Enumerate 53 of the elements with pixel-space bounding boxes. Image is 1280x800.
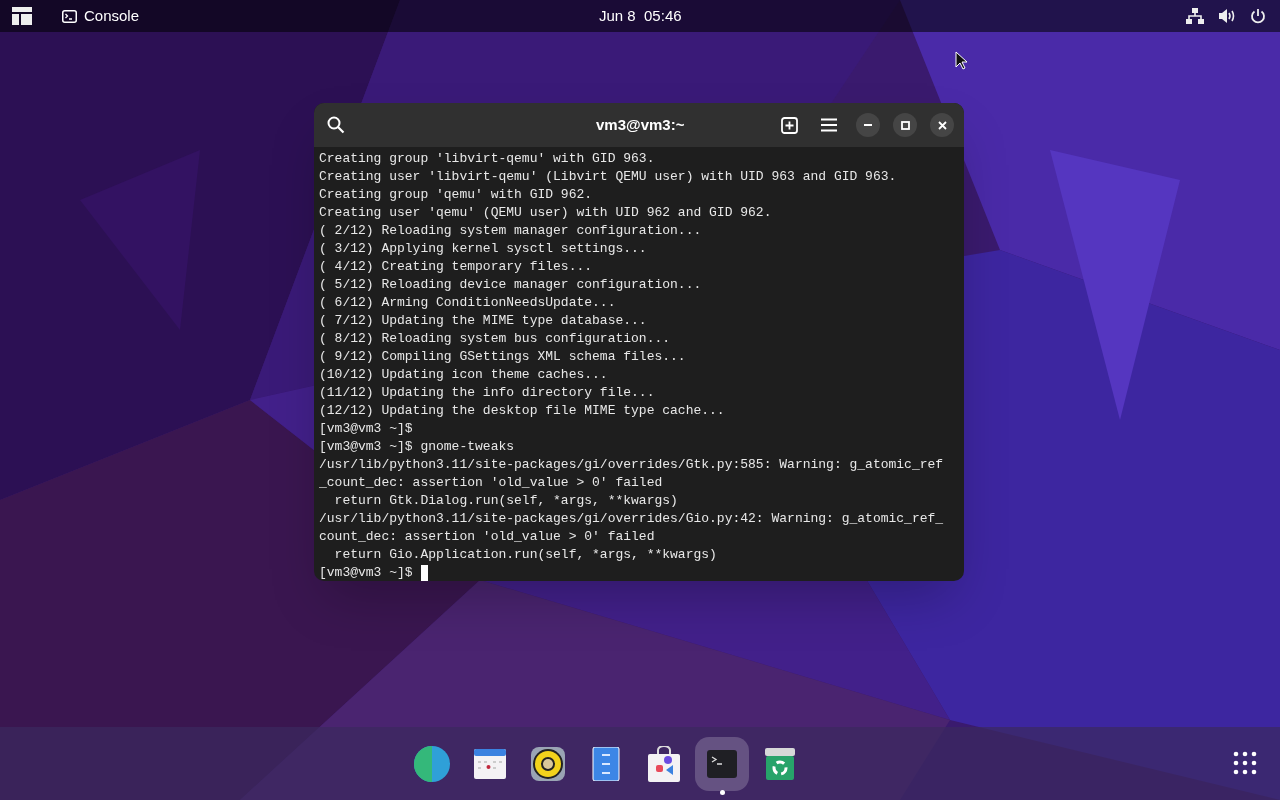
terminal-line: ( 2/12) Reloading system manager configuration... <box>319 222 702 240</box>
terminal-line: Creating user 'libvirt-qemu' (Libvirt QEMU user) with UID 963 and GID 963. <box>319 168 897 186</box>
power-icon[interactable] <box>1250 8 1266 24</box>
terminal-line: ( 3/12) Applying kernel sysctl settings... <box>319 240 647 258</box>
terminal-line: Creating user 'qemu' (QEMU user) with UID 962 and GID 962. <box>319 204 772 222</box>
terminal-line: [vm3@vm3 ~]$ <box>319 420 413 438</box>
terminal-line: Creating group 'libvirt-qemu' with GID 963. <box>319 150 655 168</box>
terminal-line: count_dec: assertion 'old_value > 0' failed <box>319 528 655 546</box>
terminal-line: ( 9/12) Compiling GSettings XML schema files... <box>319 348 686 366</box>
terminal-line: ( 8/12) Reloading system bus configuration... <box>319 330 671 348</box>
calendar-icon <box>473 747 507 781</box>
recycle-bin-icon <box>765 748 795 780</box>
maximize-icon <box>900 120 910 130</box>
activities-icon[interactable] <box>12 7 32 25</box>
terminal-line: return Gio.Application.run(self, *args, **kwargs) <box>333 546 717 564</box>
window-title: vm3@vm3:~ <box>596 114 685 135</box>
terminal-line: [vm3@vm3 ~]$ gnome-tweaks <box>319 438 515 456</box>
running-indicator <box>720 790 725 795</box>
clock[interactable]: Jun 8 05:46 <box>599 4 682 28</box>
volume-icon[interactable] <box>1218 8 1236 24</box>
new-tab-icon <box>780 116 798 134</box>
text-cursor <box>420 564 428 581</box>
close-icon <box>937 120 947 130</box>
terminal-line: ( 7/12) Updating the MIME type database... <box>319 312 647 330</box>
shopping-bag-icon <box>647 746 681 782</box>
terminal-line: (12/12) Updating the desktop file MIME type cache... <box>319 402 725 420</box>
terminal-line: (11/12) Updating the info directory file... <box>319 384 655 402</box>
close-button[interactable] <box>930 113 954 137</box>
prompt: [vm3@vm3 ~]$ <box>319 564 413 581</box>
minimize-icon <box>864 124 872 126</box>
terminal-icon <box>62 9 77 23</box>
terminal-line: _count_dec: assertion 'old_value > 0' failed <box>319 474 663 492</box>
menu-icon <box>821 118 837 132</box>
app-grid-icon <box>1233 751 1257 775</box>
minimize-button[interactable] <box>856 113 880 137</box>
terminal-icon <box>707 750 737 778</box>
terminal-line: return Gtk.Dialog.run(self, *args, **kwargs) <box>333 492 678 510</box>
terminal-line: ( 4/12) Creating temporary files... <box>319 258 593 276</box>
terminal-line: Creating group 'qemu' with GID 962. <box>319 186 593 204</box>
terminal-line: /usr/lib/python3.11/site-packages/gi/overrides/Gio.py:42: Warning: g_atomic_ref_ <box>319 510 944 528</box>
terminal-line: (10/12) Updating icon theme caches... <box>319 366 608 384</box>
search-icon <box>327 116 345 134</box>
file-cabinet-icon <box>592 747 620 781</box>
speaker-icon <box>530 746 566 782</box>
search-button[interactable] <box>326 115 346 135</box>
globe-icon <box>413 745 451 783</box>
network-icon[interactable] <box>1186 8 1204 24</box>
app-menu[interactable]: Console <box>62 4 140 28</box>
terminal-line: ( 6/12) Arming ConditionNeedsUpdate... <box>319 294 616 312</box>
terminal-line: ( 5/12) Reloading device manager configuration... <box>319 276 702 294</box>
terminal-line: /usr/lib/python3.11/site-packages/gi/overrides/Gtk.py:585: Warning: g_atomic_ref <box>319 456 944 474</box>
pointer-icon <box>955 51 968 70</box>
maximize-button[interactable] <box>893 113 917 137</box>
